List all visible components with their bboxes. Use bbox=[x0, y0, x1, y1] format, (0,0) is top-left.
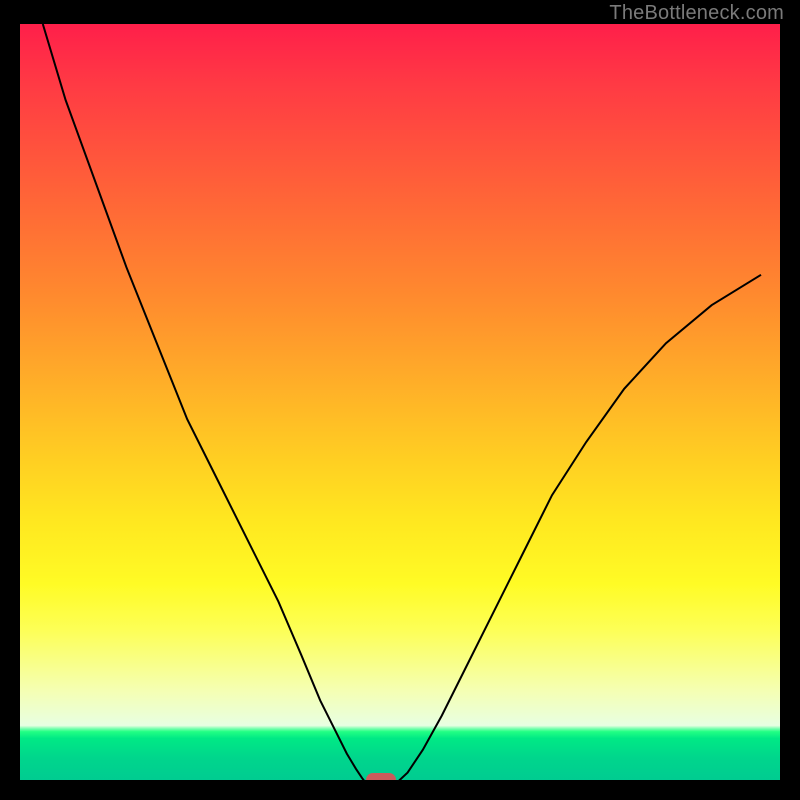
plot-area bbox=[20, 24, 780, 780]
minimum-marker bbox=[366, 773, 396, 780]
chart-frame: TheBottleneck.com bbox=[0, 0, 800, 800]
bottleneck-curve bbox=[43, 24, 761, 780]
curve-layer bbox=[20, 24, 780, 780]
watermark-text: TheBottleneck.com bbox=[609, 2, 784, 25]
